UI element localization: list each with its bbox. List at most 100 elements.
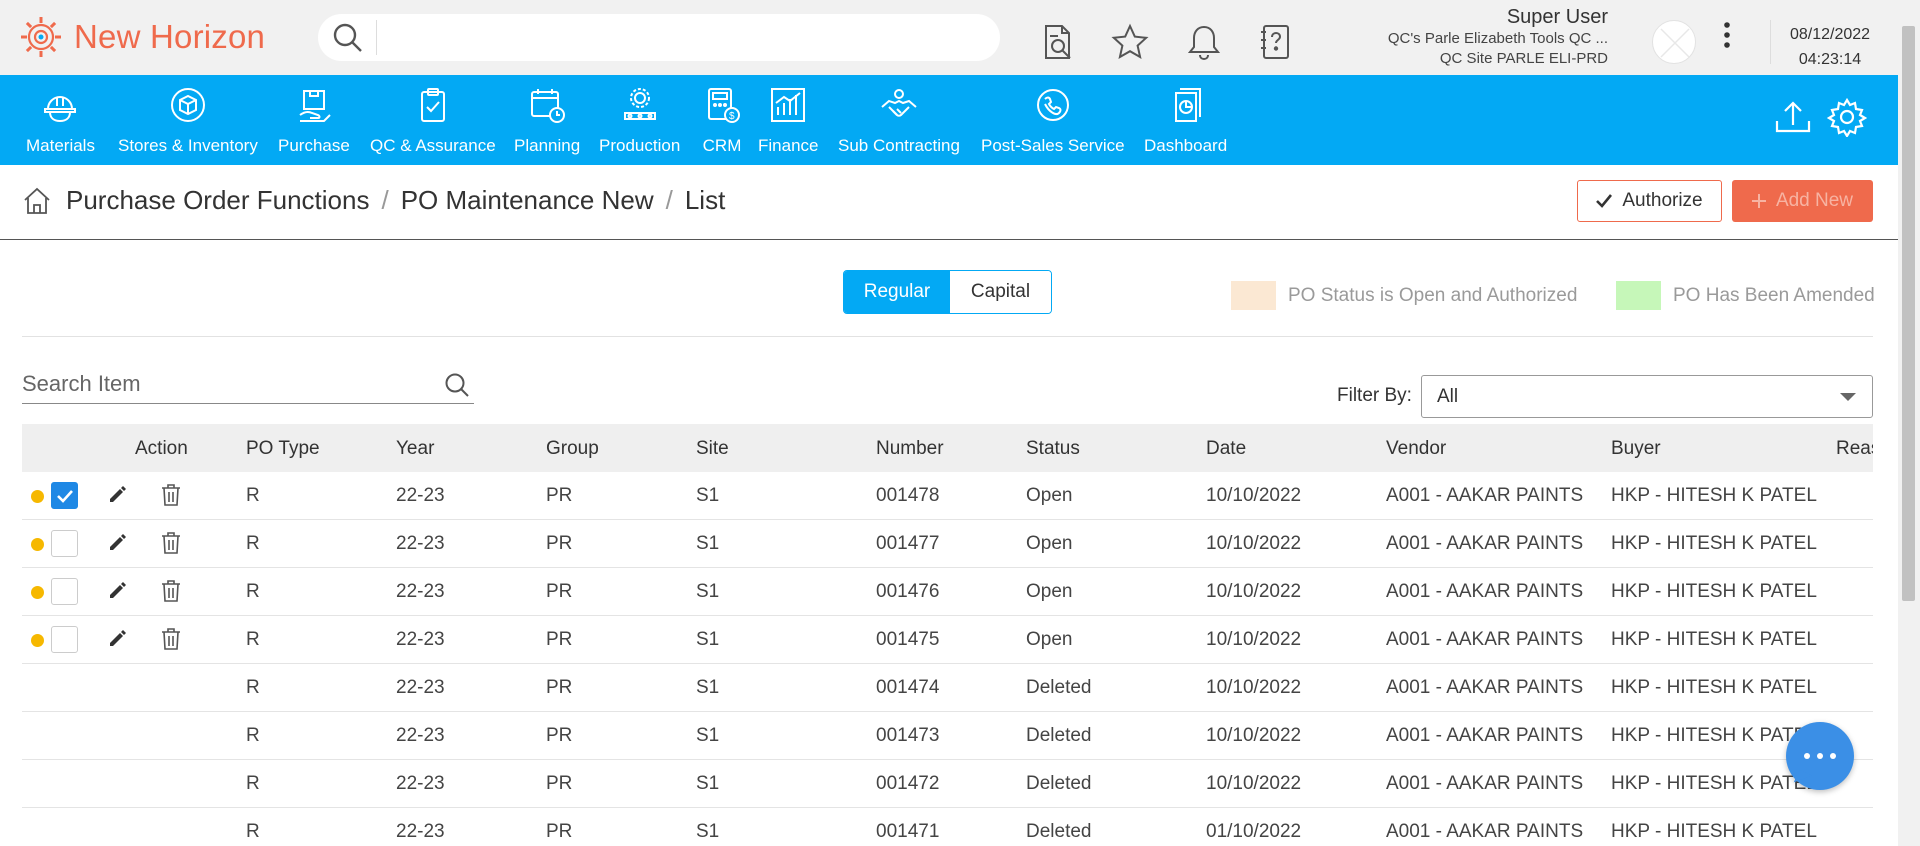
bell-icon[interactable] bbox=[1184, 22, 1224, 62]
breadcrumb-separator: / bbox=[665, 185, 673, 215]
col-group[interactable]: Group bbox=[546, 438, 599, 460]
search-icon[interactable] bbox=[444, 372, 470, 398]
star-icon[interactable] bbox=[1110, 22, 1150, 62]
home-icon[interactable] bbox=[22, 186, 52, 216]
crm-calculator-icon: $ bbox=[702, 84, 742, 126]
datetime-divider bbox=[1770, 20, 1771, 64]
help-book-icon[interactable] bbox=[1256, 22, 1296, 62]
table-row[interactable]: R 22-23 PR S1 001475 Open 10/10/2022 A00… bbox=[22, 616, 1873, 664]
filter-label: Filter By: bbox=[1337, 385, 1412, 406]
company-name: QC's Parle Elizabeth Tools QC ... bbox=[1387, 30, 1608, 47]
edit-pencil-icon[interactable] bbox=[107, 483, 129, 505]
current-date: 08/12/2022 bbox=[1789, 26, 1871, 43]
table-row[interactable]: R 22-23 PR S1 001476 Open 10/10/2022 A00… bbox=[22, 568, 1873, 616]
row-checkbox[interactable] bbox=[51, 626, 78, 653]
nav-production[interactable]: Production bbox=[599, 75, 680, 165]
factory-gear-icon bbox=[620, 84, 660, 126]
col-action[interactable]: Action bbox=[135, 438, 188, 460]
legend-amended: PO Has Been Amended bbox=[1616, 281, 1875, 310]
table-row[interactable]: R 22-23 PR S1 001474 Deleted 10/10/2022 … bbox=[22, 664, 1873, 712]
row-checkbox[interactable] bbox=[51, 482, 78, 509]
nav-post-sales-service[interactable]: Post-Sales Service bbox=[981, 75, 1125, 165]
nav-crm[interactable]: $ CRM bbox=[702, 75, 742, 165]
table-row[interactable]: R 22-23 PR S1 001473 Deleted 10/10/2022 … bbox=[22, 712, 1873, 760]
status-dot bbox=[31, 538, 44, 551]
app-logo[interactable]: New Horizon bbox=[18, 14, 265, 60]
nav-purchase[interactable]: Purchase bbox=[278, 75, 350, 165]
trash-icon[interactable] bbox=[160, 579, 182, 603]
avatar[interactable] bbox=[1652, 20, 1696, 64]
edit-pencil-icon[interactable] bbox=[107, 531, 129, 553]
filter-select[interactable]: All bbox=[1421, 375, 1873, 418]
hardhat-icon bbox=[40, 84, 80, 126]
document-search-icon[interactable] bbox=[1038, 22, 1078, 62]
table-row[interactable]: R 22-23 PR S1 001478 Open 10/10/2022 A00… bbox=[22, 472, 1873, 520]
trash-icon[interactable] bbox=[160, 531, 182, 555]
col-date[interactable]: Date bbox=[1206, 438, 1246, 460]
handshake-icon bbox=[879, 84, 919, 126]
po-category-toggle: Regular Capital bbox=[843, 270, 1052, 314]
add-new-button[interactable]: Add New bbox=[1732, 180, 1873, 222]
purchase-bag-icon bbox=[294, 84, 334, 126]
dashboard-pie-icon bbox=[1166, 84, 1206, 126]
row-checkbox[interactable] bbox=[51, 578, 78, 605]
col-po-type[interactable]: PO Type bbox=[246, 438, 320, 460]
authorize-button[interactable]: Authorize bbox=[1577, 180, 1722, 222]
toggle-regular[interactable]: Regular bbox=[844, 271, 950, 313]
svg-text:$: $ bbox=[729, 111, 735, 122]
nav-materials[interactable]: Materials bbox=[26, 75, 95, 165]
user-info[interactable]: Super User QC's Parle Elizabeth Tools QC… bbox=[1388, 6, 1608, 69]
gear-logo-icon bbox=[18, 14, 64, 60]
chat-button[interactable] bbox=[1786, 722, 1854, 790]
breadcrumb-separator: / bbox=[381, 185, 389, 215]
search-item-field[interactable] bbox=[22, 366, 474, 404]
col-status[interactable]: Status bbox=[1026, 438, 1080, 460]
section-divider bbox=[22, 336, 1873, 337]
row-checkbox[interactable] bbox=[51, 530, 78, 557]
nav-sub-contracting[interactable]: Sub Contracting bbox=[838, 75, 960, 165]
settings-gear-icon[interactable] bbox=[1827, 97, 1867, 137]
more-vertical-icon[interactable] bbox=[1722, 20, 1732, 50]
legend-open-authorized: PO Status is Open and Authorized bbox=[1231, 281, 1577, 310]
edit-pencil-icon[interactable] bbox=[107, 627, 129, 649]
page-scrollbar[interactable] bbox=[1898, 0, 1920, 846]
bar-chart-icon bbox=[768, 84, 808, 126]
nav-planning[interactable]: Planning bbox=[514, 75, 580, 165]
breadcrumb-bar: Purchase Order Functions / PO Maintenanc… bbox=[0, 165, 1898, 240]
edit-pencil-icon[interactable] bbox=[107, 579, 129, 601]
status-dot bbox=[31, 634, 44, 647]
nav-stores-inventory[interactable]: Stores & Inventory bbox=[118, 75, 258, 165]
col-site[interactable]: Site bbox=[696, 438, 729, 460]
col-year[interactable]: Year bbox=[396, 438, 434, 460]
global-search[interactable] bbox=[318, 14, 1000, 61]
scrollbar-thumb[interactable] bbox=[1902, 26, 1915, 601]
toggle-capital[interactable]: Capital bbox=[950, 271, 1051, 313]
upload-icon[interactable] bbox=[1773, 97, 1813, 137]
search-item-input[interactable] bbox=[22, 370, 422, 398]
chat-dots-icon bbox=[1804, 753, 1836, 759]
site-name: QC Site PARLE ELI-PRD bbox=[1439, 50, 1608, 67]
nav-finance[interactable]: Finance bbox=[758, 75, 818, 165]
global-search-input[interactable] bbox=[388, 22, 978, 52]
table-row[interactable]: R 22-23 PR S1 001471 Deleted 01/10/2022 … bbox=[22, 808, 1873, 846]
search-divider bbox=[376, 20, 377, 55]
table-row[interactable]: R 22-23 PR S1 001472 Deleted 10/10/2022 … bbox=[22, 760, 1873, 808]
trash-icon[interactable] bbox=[160, 483, 182, 507]
col-buyer[interactable]: Buyer bbox=[1611, 438, 1661, 460]
col-vendor[interactable]: Vendor bbox=[1386, 438, 1446, 460]
chevron-down-icon bbox=[1840, 393, 1856, 401]
legend-swatch bbox=[1616, 281, 1661, 310]
breadcrumb-item[interactable]: Purchase Order Functions bbox=[66, 185, 369, 216]
plus-icon bbox=[1751, 194, 1766, 208]
user-name: Super User bbox=[1506, 6, 1608, 28]
current-time: 04:23:14 bbox=[1798, 51, 1862, 68]
breadcrumb-item[interactable]: PO Maintenance New bbox=[401, 185, 654, 216]
table-header: Action PO Type Year Group Site Number St… bbox=[22, 424, 1873, 472]
trash-icon[interactable] bbox=[160, 627, 182, 651]
col-number[interactable]: Number bbox=[876, 438, 944, 460]
search-icon[interactable] bbox=[332, 22, 364, 54]
nav-dashboard[interactable]: Dashboard bbox=[1144, 75, 1227, 165]
nav-qc-assurance[interactable]: QC & Assurance bbox=[370, 75, 496, 165]
table-row[interactable]: R 22-23 PR S1 001477 Open 10/10/2022 A00… bbox=[22, 520, 1873, 568]
col-reason[interactable]: Reas bbox=[1836, 438, 1873, 460]
